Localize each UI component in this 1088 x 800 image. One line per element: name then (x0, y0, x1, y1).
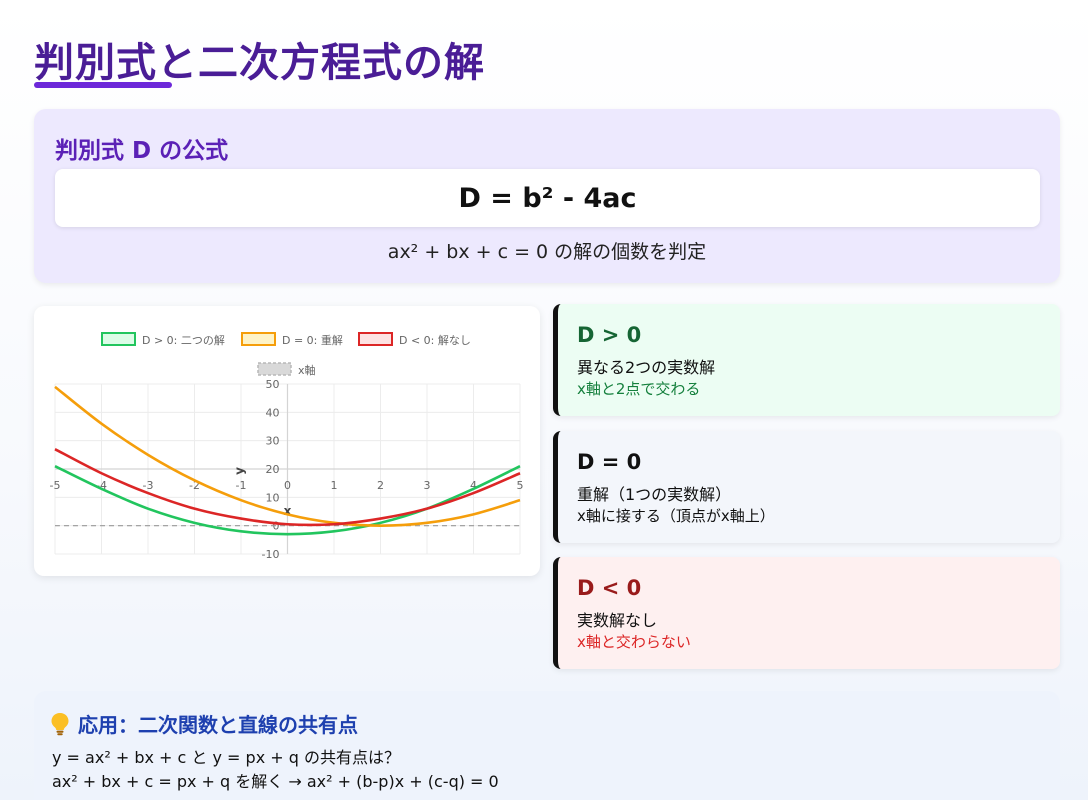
formula-card: 判別式 D の公式 D = b² - 4ac ax² + bx + c = 0 … (34, 109, 1060, 283)
case-card-zero: D = 0 重解（1つの実数解） x軸に接する（頂点がx軸上） (553, 431, 1060, 543)
x-tick-label: -3 (143, 479, 154, 492)
y-tick-label: 10 (266, 491, 280, 504)
case-note-zero: x軸に接する（頂点がx軸上） (577, 507, 775, 525)
case-title-zero: D = 0 (577, 450, 642, 474)
discriminant-chart: -5 -4 -3 -2 -1 0 1 2 3 4 5 -10 0 10 20 30 40 50 x y D > 0: 二… (34, 306, 540, 576)
y-axis-title: y (233, 467, 247, 475)
application-line-1: y = ax² + bx + c と y = px + q の共有点は？ (52, 748, 400, 767)
legend-label-two-roots: D > 0: 二つの解 (142, 333, 225, 347)
case-card-positive: D > 0 異なる2つの実数解 x軸と2点で交わる (553, 304, 1060, 416)
legend-label-x-axis: x軸 (298, 363, 316, 377)
application-heading-text: 応用：二次関数と直線の共有点 (78, 713, 358, 737)
application-line-2: ax² + bx + c = px + q を解く → ax² + (b-p)x… (52, 772, 499, 791)
case-note-negative: x軸と交わらない (577, 633, 691, 651)
x-tick-label: -1 (236, 479, 247, 492)
case-note-positive: x軸と2点で交わる (577, 380, 701, 398)
case-title-negative: D < 0 (577, 576, 642, 600)
y-tick-label: 20 (266, 463, 280, 476)
case-card-negative: D < 0 実数解なし x軸と交わらない (553, 557, 1060, 669)
application-card: 応用：二次関数と直線の共有点 y = ax² + bx + c と y = px… (34, 691, 1060, 800)
y-tick-label: 30 (266, 435, 280, 448)
x-tick-label: 5 (517, 479, 524, 492)
x-tick-label: 2 (377, 479, 384, 492)
x-tick-label: 3 (424, 479, 431, 492)
application-heading: 応用：二次関数と直線の共有点 (50, 709, 358, 738)
legend-swatch-no-roots (358, 332, 393, 346)
y-tick-label: 40 (266, 406, 280, 419)
formula-subtitle: ax² + bx + c = 0 の解の個数を判定 (387, 241, 707, 263)
legend-swatch-x-axis (257, 362, 292, 376)
legend-label-no-roots: D < 0: 解なし (399, 333, 471, 347)
title-underline (34, 82, 172, 88)
case-description-positive: 異なる2つの実数解 (577, 358, 716, 377)
formula-heading: 判別式 D の公式 (55, 138, 229, 164)
x-tick-label: 1 (331, 479, 338, 492)
legend-swatch-double-root (241, 332, 276, 346)
case-description-zero: 重解（1つの実数解） (577, 485, 732, 504)
chart-svg: -5 -4 -3 -2 -1 0 1 2 3 4 5-1001020304050xyD > 0: 二… (50, 332, 524, 561)
lightbulb-icon (50, 712, 70, 736)
case-title-positive: D > 0 (577, 323, 642, 347)
case-description-negative: 実数解なし (577, 611, 658, 630)
x-tick-label: -5 (50, 479, 61, 492)
formula-expression: D = b² - 4ac (55, 169, 1040, 227)
x-tick-label: 0 (284, 479, 291, 492)
legend-label-double-root: D = 0: 重解 (282, 333, 343, 347)
y-tick-label: 50 (266, 378, 280, 391)
legend-swatch-two-roots (101, 332, 136, 346)
y-tick-label: -10 (262, 548, 280, 561)
page-title: 判別式と二次方程式の解 (34, 40, 485, 86)
